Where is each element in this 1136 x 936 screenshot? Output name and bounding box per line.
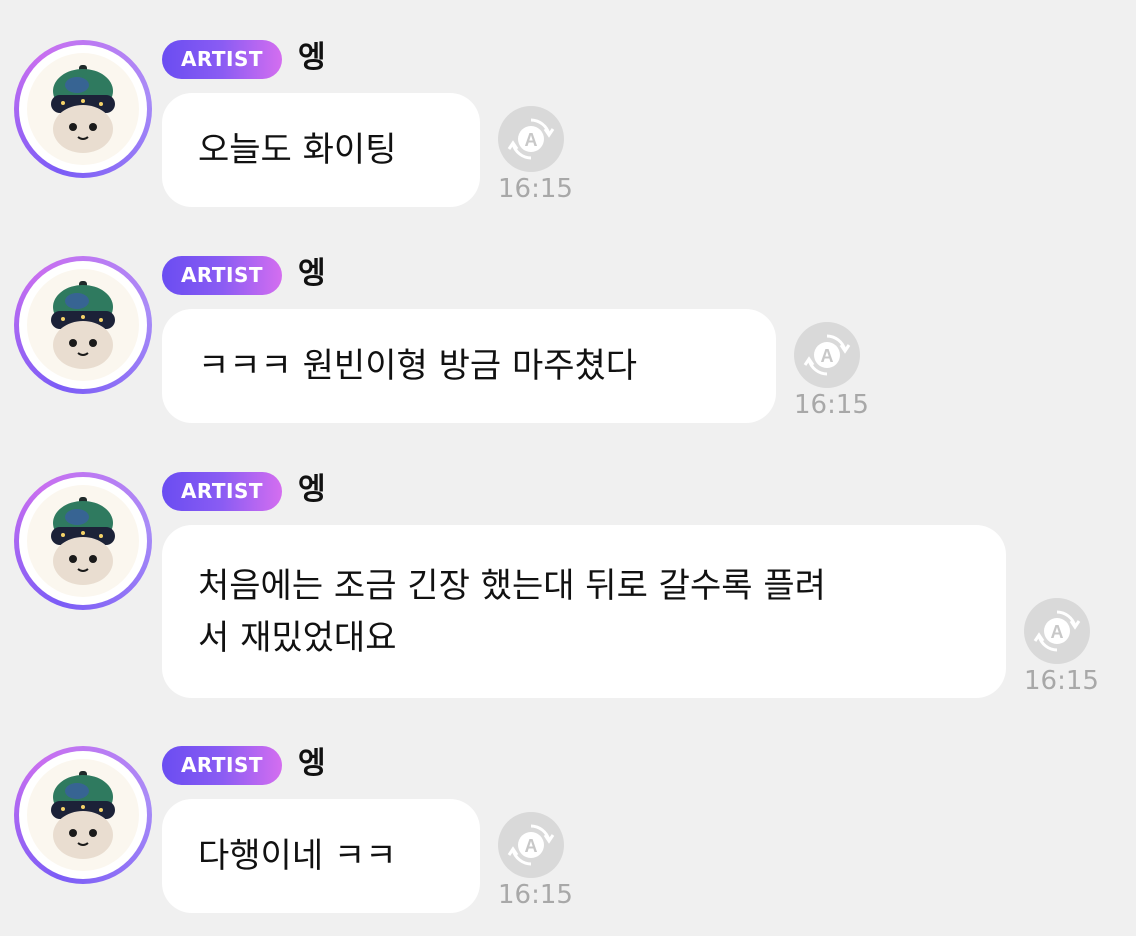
message-time: 16:15 xyxy=(498,174,573,204)
avatar-character-icon xyxy=(51,771,115,859)
message-bubble[interactable]: ㅋㅋㅋ 원빈이형 방금 마주쳤다 xyxy=(162,309,776,423)
avatar[interactable] xyxy=(14,472,152,610)
avatar[interactable] xyxy=(14,40,152,178)
artist-badge: ARTIST xyxy=(162,256,282,295)
sender-name: 엥 xyxy=(298,472,326,507)
message-bubble[interactable]: 처음에는 조금 긴장 했는대 뒤로 갈수록 플려 서 재밌었대요 xyxy=(162,525,1006,698)
message-text: 처음에는 조금 긴장 했는대 뒤로 갈수록 플려 서 재밌었대요 xyxy=(198,565,826,658)
message-text: ㅋㅋㅋ 원빈이형 방금 마주쳤다 xyxy=(198,346,638,386)
message-bubble[interactable]: 오늘도 화이팅 xyxy=(162,93,480,207)
avatar-character-icon xyxy=(51,281,115,369)
svg-text:A: A xyxy=(525,836,538,856)
artist-badge: ARTIST xyxy=(162,746,282,785)
svg-text:A: A xyxy=(821,346,834,366)
sender-name: 엥 xyxy=(298,40,326,75)
avatar[interactable] xyxy=(14,256,152,394)
message-bubble[interactable]: 다행이네 ㅋㅋ xyxy=(162,799,480,913)
artist-badge: ARTIST xyxy=(162,40,282,79)
avatar-character-icon xyxy=(51,65,115,153)
artist-badge: ARTIST xyxy=(162,472,282,511)
message-time: 16:15 xyxy=(498,880,573,910)
translate-icon[interactable]: A xyxy=(794,322,860,388)
message-text: 오늘도 화이팅 xyxy=(198,130,397,170)
translate-icon[interactable]: A xyxy=(498,812,564,878)
translate-icon[interactable]: A xyxy=(498,106,564,172)
avatar[interactable] xyxy=(14,746,152,884)
avatar-character-icon xyxy=(51,497,115,585)
translate-icon[interactable]: A xyxy=(1024,598,1090,664)
sender-name: 엥 xyxy=(298,746,326,781)
sender-name: 엥 xyxy=(298,256,326,291)
svg-text:A: A xyxy=(525,130,538,150)
chat-thread: ARTIST 엥 오늘도 화이팅 A 16:15 ARTIST 엥 ㅋㅋㅋ 원빈… xyxy=(0,0,1136,936)
message-text: 다행이네 ㅋㅋ xyxy=(198,836,397,876)
svg-text:A: A xyxy=(1051,622,1064,642)
message-time: 16:15 xyxy=(1024,666,1099,696)
message-time: 16:15 xyxy=(794,390,869,420)
